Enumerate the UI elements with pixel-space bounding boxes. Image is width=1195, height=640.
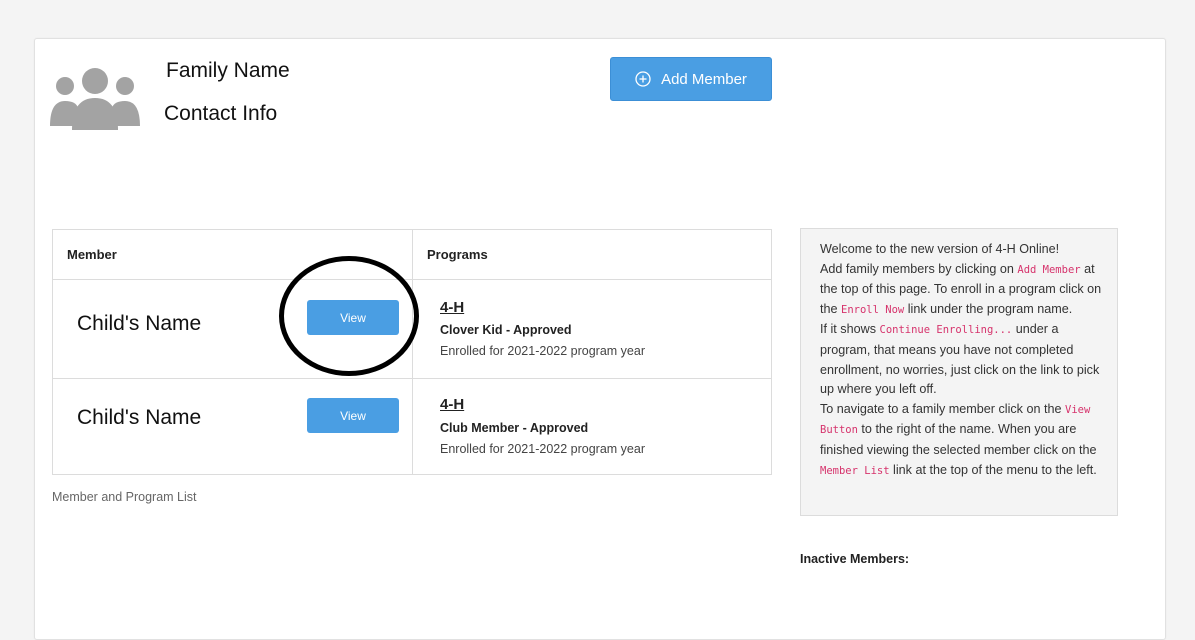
info-cont-pre: If it shows — [820, 322, 880, 337]
family-name: Family Name — [166, 59, 290, 82]
program-link[interactable]: 4-H — [440, 299, 464, 316]
row-divider — [53, 378, 771, 379]
info-enroll-post: link under the program name. — [904, 301, 1073, 316]
table-caption: Member and Program List — [52, 490, 197, 504]
program-status: Clover Kid - Approved — [440, 323, 572, 337]
info-welcome: Welcome to the new version of 4-H Online… — [820, 242, 1060, 256]
program-enrollment: Enrolled for 2021-2022 program year — [440, 442, 645, 456]
contact-info: Contact Info — [164, 102, 278, 125]
info-nav-pre: To navigate to a family member click on … — [820, 401, 1065, 416]
info-cont-code: Continue Enrolling... — [879, 324, 1013, 337]
info-nav-post: to the right of the name. When you are f… — [820, 422, 1097, 457]
info-enroll-code: Enroll Now — [841, 303, 905, 316]
info-text: Welcome to the new version of 4-H Online… — [820, 240, 1103, 481]
info-list-code: Member List — [820, 464, 890, 477]
header-programs: Programs — [427, 247, 488, 262]
member-program-table: Member Programs Child's Name View 4-H Cl… — [52, 229, 772, 475]
view-button[interactable]: View — [307, 300, 399, 335]
add-member-button[interactable]: Add Member — [610, 57, 772, 101]
add-member-label: Add Member — [661, 70, 747, 88]
column-divider — [412, 230, 413, 474]
member-name: Child's Name — [77, 406, 202, 429]
program-enrollment: Enrolled for 2021-2022 program year — [440, 344, 645, 358]
header-divider — [53, 279, 771, 280]
welcome-info-panel: Welcome to the new version of 4-H Online… — [800, 228, 1118, 516]
info-add-code: Add Member — [1017, 263, 1081, 276]
program-link[interactable]: 4-H — [440, 396, 464, 413]
member-name: Child's Name — [77, 312, 202, 335]
info-list-post: link at the top of the menu to the left. — [889, 462, 1097, 477]
program-status: Club Member - Approved — [440, 421, 589, 435]
inactive-members-label: Inactive Members: — [800, 552, 910, 566]
view-button[interactable]: View — [307, 398, 399, 433]
plus-circle-icon — [635, 71, 651, 87]
info-add-pre: Add family members by clicking on — [820, 261, 1018, 276]
header-member: Member — [67, 247, 117, 262]
family-group-icon — [50, 68, 140, 130]
